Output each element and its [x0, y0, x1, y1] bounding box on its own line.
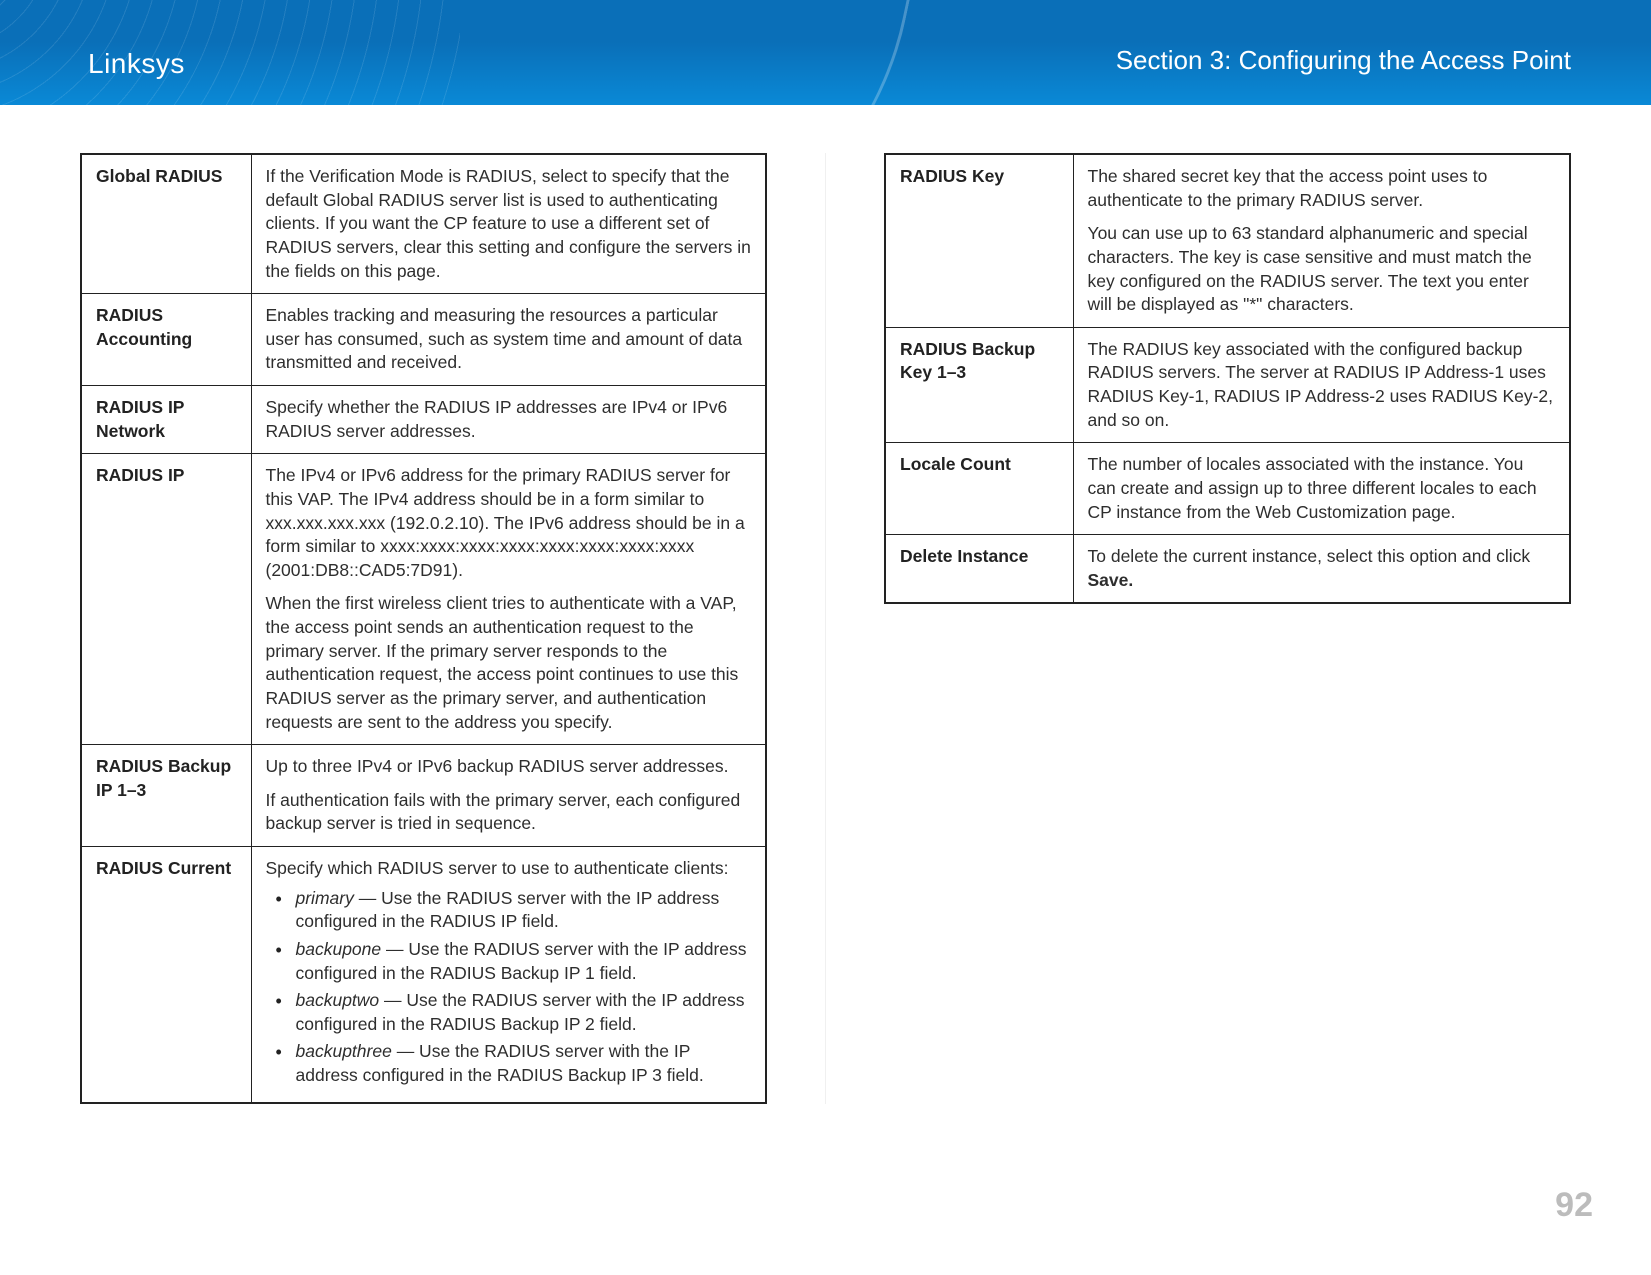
paragraph: Up to three IPv4 or IPv6 backup RADIUS s…	[266, 755, 752, 779]
row-label: Locale Count	[885, 443, 1073, 535]
row-description: The shared secret key that the access po…	[1073, 154, 1570, 327]
paragraph: To delete the current instance, select t…	[1088, 545, 1556, 592]
row-label: RADIUS Accounting	[81, 294, 251, 386]
row-label: RADIUS IP	[81, 454, 251, 745]
brand-text: Linksys	[88, 48, 185, 80]
table-row: RADIUS Backup Key 1–3The RADIUS key asso…	[885, 327, 1570, 443]
paragraph: You can use up to 63 standard alphanumer…	[1088, 222, 1556, 317]
list-item: backupone — Use the RADIUS server with t…	[266, 938, 752, 985]
list-item: backuptwo — Use the RADIUS server with t…	[266, 989, 752, 1036]
row-description: The IPv4 or IPv6 address for the primary…	[251, 454, 766, 745]
paragraph: Specify which RADIUS server to use to au…	[266, 857, 752, 881]
paragraph: Specify whether the RADIUS IP addresses …	[266, 396, 752, 443]
table-right: RADIUS Key The shared secret key that the…	[884, 153, 1571, 604]
row-description: Specify which RADIUS server to use to au…	[251, 847, 766, 1103]
row-description: To delete the current instance, select t…	[1073, 535, 1570, 604]
row-description: The RADIUS key associated with the confi…	[1073, 327, 1570, 443]
table-row: Locale CountThe number of locales associ…	[885, 443, 1570, 535]
row-label: Global RADIUS	[81, 154, 251, 294]
table-row: RADIUS Key The shared secret key that the…	[885, 154, 1570, 327]
row-description: If the Verification Mode is RADIUS, sele…	[251, 154, 766, 294]
paragraph: The shared secret key that the access po…	[1088, 165, 1556, 212]
paragraph: When the first wireless client tries to …	[266, 592, 752, 734]
row-label: RADIUS IP Network	[81, 386, 251, 454]
row-description: Enables tracking and measuring the resou…	[251, 294, 766, 386]
left-column: Global RADIUSIf the Verification Mode is…	[80, 153, 767, 1104]
table-row: RADIUS Backup IP 1–3 Up to three IPv4 or …	[81, 745, 766, 847]
table-row: RADIUS Current Specify which RADIUS serve…	[81, 847, 766, 1103]
table-row: Delete Instance To delete the current ins…	[885, 535, 1570, 604]
paragraph: The number of locales associated with th…	[1088, 453, 1556, 524]
paragraph: Enables tracking and measuring the resou…	[266, 304, 752, 375]
table-row: RADIUS AccountingEnables tracking and me…	[81, 294, 766, 386]
table-row: Global RADIUSIf the Verification Mode is…	[81, 154, 766, 294]
paragraph: If the Verification Mode is RADIUS, sele…	[266, 165, 752, 283]
row-label: Delete Instance	[885, 535, 1073, 604]
table-row: RADIUS IPThe IPv4 or IPv6 address for th…	[81, 454, 766, 745]
list-term: backuptwo	[296, 990, 380, 1010]
row-label: RADIUS Backup IP 1–3	[81, 745, 251, 847]
list-item: backupthree — Use the RADIUS server with…	[266, 1040, 752, 1087]
bold-text: Save.	[1088, 570, 1134, 590]
doc-header: Linksys Section 3: Configuring the Acces…	[0, 0, 1651, 105]
list-term: backupone	[296, 939, 382, 959]
list-item: primary — Use the RADIUS server with the…	[266, 887, 752, 934]
page-number: 92	[1555, 1186, 1593, 1225]
row-description: The number of locales associated with th…	[1073, 443, 1570, 535]
row-label: RADIUS Current	[81, 847, 251, 1103]
paragraph: If authentication fails with the primary…	[266, 789, 752, 836]
list-term: primary	[296, 888, 354, 908]
bullet-list: primary — Use the RADIUS server with the…	[266, 887, 752, 1088]
right-column: RADIUS Key The shared secret key that the…	[884, 153, 1571, 1104]
paragraph: The RADIUS key associated with the confi…	[1088, 338, 1556, 433]
table-row: RADIUS IP Network Specify whether the RAD…	[81, 386, 766, 454]
row-label: RADIUS Key	[885, 154, 1073, 327]
row-label: RADIUS Backup Key 1–3	[885, 327, 1073, 443]
row-description: Specify whether the RADIUS IP addresses …	[251, 386, 766, 454]
content-area: Global RADIUSIf the Verification Mode is…	[0, 105, 1651, 1104]
list-term: backupthree	[296, 1041, 392, 1061]
row-description: Up to three IPv4 or IPv6 backup RADIUS s…	[251, 745, 766, 847]
column-separator	[825, 153, 826, 1104]
table-left: Global RADIUSIf the Verification Mode is…	[80, 153, 767, 1104]
section-title: Section 3: Configuring the Access Point	[1116, 45, 1571, 76]
paragraph: The IPv4 or IPv6 address for the primary…	[266, 464, 752, 582]
